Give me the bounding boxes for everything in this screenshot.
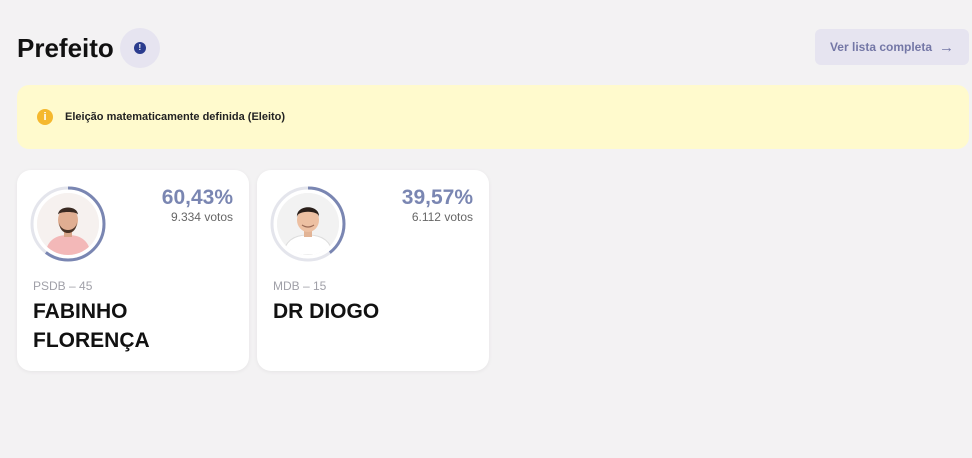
election-status-banner: i Eleição matematicamente definida (Elei…	[17, 85, 969, 149]
candidate-name: DR DIOGO	[273, 300, 380, 323]
full-list-label: Ver lista completa	[829, 40, 933, 54]
vote-percentage: 60,43%	[161, 186, 233, 209]
vote-percentage: 39,57%	[401, 186, 473, 209]
party-number: PSDB – 45	[33, 279, 93, 293]
candidate-card[interactable]: 39,57% 6.112 votos MDB – 15 DR DIOGO	[257, 170, 489, 371]
info-icon: i	[37, 109, 53, 125]
candidate-photo	[37, 193, 99, 255]
page-header: Prefeito !	[17, 28, 160, 68]
candidate-card[interactable]: 60,43% 9.334 votos PSDB – 45 FABINHO FLO…	[17, 170, 249, 371]
vote-count: 6.112 votos	[411, 210, 473, 224]
arrow-right-icon: →	[939, 38, 955, 56]
candidate-avatar	[269, 185, 347, 263]
candidate-photo	[277, 193, 339, 255]
party-number: MDB – 15	[273, 279, 327, 293]
vote-count: 9.334 votos	[170, 210, 233, 224]
info-icon: !	[133, 42, 146, 54]
page-title: Prefeito	[17, 32, 114, 63]
candidate-avatar	[29, 185, 107, 263]
full-list-button[interactable]: Ver lista completa →	[815, 29, 969, 65]
info-button[interactable]: !	[119, 28, 160, 68]
candidate-name: FABINHO FLORENÇA	[33, 300, 150, 352]
election-status-text: Eleição matematicamente definida (Eleito…	[65, 111, 286, 123]
